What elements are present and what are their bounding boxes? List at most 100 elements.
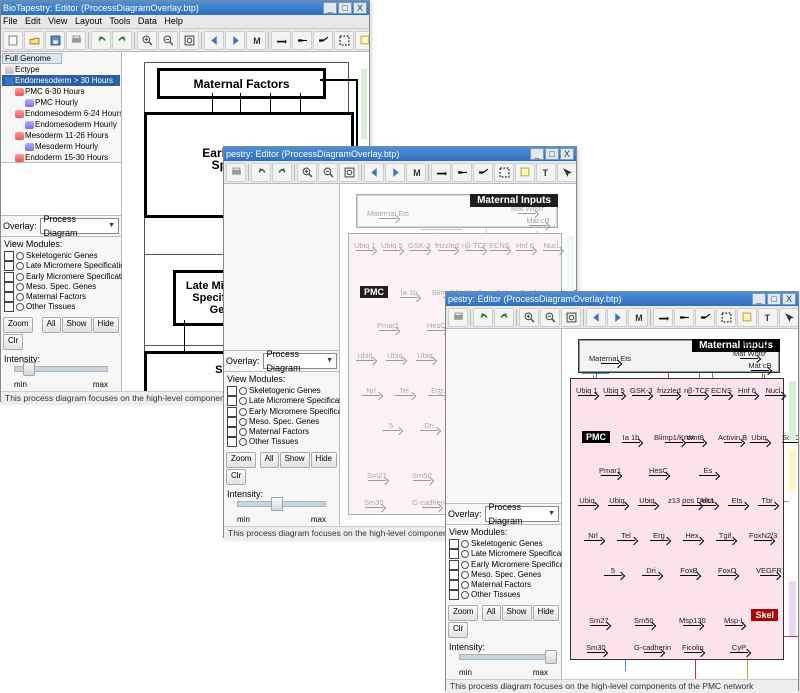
hide-button[interactable]: Hide: [533, 605, 559, 621]
tree-node[interactable]: Endoderm 15-30 Hours: [2, 152, 120, 163]
tree-node[interactable]: Endomesoderm > 30 Hours: [2, 75, 120, 86]
intensity-slider[interactable]: [459, 654, 548, 660]
tree-node[interactable]: Endomesoderm 6-24 Hours: [2, 108, 120, 119]
add-gene-icon[interactable]: [431, 163, 451, 182]
minimize-icon[interactable]: _: [752, 293, 766, 305]
forward-icon[interactable]: [385, 163, 405, 182]
back-icon[interactable]: [586, 308, 606, 327]
zoom-in-icon[interactable]: [137, 31, 157, 50]
overlay-select[interactable]: Process Diagram: [485, 506, 559, 522]
zoom-in-icon[interactable]: [297, 163, 317, 182]
fit-icon[interactable]: [339, 163, 359, 182]
intensity-slider[interactable]: [237, 501, 326, 507]
save-icon[interactable]: [45, 31, 65, 50]
menu-help[interactable]: Help: [164, 16, 183, 26]
menu-edit[interactable]: Edit: [25, 16, 41, 26]
add-region-icon[interactable]: [494, 163, 514, 182]
maximize-icon[interactable]: □: [767, 293, 781, 305]
add-region-icon[interactable]: [716, 308, 736, 327]
zoom-out-icon[interactable]: [158, 31, 178, 50]
module-item[interactable]: Late Micromere Specification Genes: [4, 261, 118, 271]
zoom-in-icon[interactable]: [519, 308, 539, 327]
module-item[interactable]: Skeletogenic Genes: [4, 251, 118, 261]
tree-node[interactable]: PMC 6-30 Hours: [2, 86, 120, 97]
tree-panel[interactable]: Full Genome EctypeEndomesoderm > 30 Hour…: [1, 52, 121, 163]
module-item[interactable]: Other Tissues: [449, 590, 558, 600]
tree-tab[interactable]: Full Genome: [2, 53, 62, 64]
close-icon[interactable]: X: [782, 293, 796, 305]
add-note-icon[interactable]: [737, 308, 757, 327]
menu-file[interactable]: File: [3, 16, 18, 26]
hide-button[interactable]: Hide: [93, 317, 119, 333]
module-item[interactable]: Maternal Factors: [4, 292, 118, 302]
tree-node[interactable]: Ectype: [2, 64, 120, 75]
select-tool-icon[interactable]: [557, 163, 576, 182]
menu-layout[interactable]: Layout: [75, 16, 102, 26]
module-item[interactable]: Meso. Spec. Genes: [227, 417, 336, 427]
module-item[interactable]: Meso. Spec. Genes: [449, 570, 558, 580]
add-text-icon[interactable]: T: [536, 163, 556, 182]
undo-icon[interactable]: [473, 308, 493, 327]
add-gene-icon[interactable]: [271, 31, 291, 50]
module-item[interactable]: Other Tissues: [4, 302, 118, 312]
module-item[interactable]: Early Micromere Specification Genes: [449, 560, 558, 570]
print-icon[interactable]: [66, 31, 86, 50]
zoom-button[interactable]: Zoom: [3, 317, 33, 333]
add-link2-icon[interactable]: [473, 163, 493, 182]
add-note-icon[interactable]: [355, 31, 369, 50]
module-item[interactable]: Skeletogenic Genes: [449, 539, 558, 549]
print-icon[interactable]: [226, 163, 246, 182]
canvas[interactable]: Maternal InputsMaternal EtsMat OtxMat Wn…: [562, 329, 798, 679]
intensity-slider[interactable]: [14, 366, 108, 372]
fit-icon[interactable]: [561, 308, 581, 327]
menubar[interactable]: File Edit View Layout Tools Data Help: [1, 15, 369, 29]
add-gene-icon[interactable]: [653, 308, 673, 327]
redo-icon[interactable]: [112, 31, 132, 50]
clr-button[interactable]: Clr: [3, 334, 23, 350]
print-icon[interactable]: [448, 308, 468, 327]
add-region-icon[interactable]: [334, 31, 354, 50]
zoom-out-icon[interactable]: [318, 163, 338, 182]
module-item[interactable]: Late Micromere Specification Genes: [449, 549, 558, 559]
forward-icon[interactable]: [225, 31, 245, 50]
open-icon[interactable]: [24, 31, 44, 50]
add-link2-icon[interactable]: [695, 308, 715, 327]
maximize-icon[interactable]: □: [338, 2, 352, 14]
menu-tools[interactable]: Tools: [109, 16, 130, 26]
overlay-select[interactable]: Process Diagram: [40, 218, 119, 234]
minimize-icon[interactable]: _: [323, 2, 337, 14]
zoom-out-icon[interactable]: [540, 308, 560, 327]
module-item[interactable]: Skeletogenic Genes: [227, 386, 336, 396]
clr-button[interactable]: Clr: [448, 622, 468, 638]
add-link-icon[interactable]: [292, 31, 312, 50]
tree-node[interactable]: Endomesoderm Hourly: [2, 119, 120, 130]
minimize-icon[interactable]: _: [530, 148, 544, 160]
menu-view[interactable]: View: [48, 16, 67, 26]
all-button[interactable]: All: [482, 605, 501, 621]
undo-icon[interactable]: [251, 163, 271, 182]
module-item[interactable]: Other Tissues: [227, 437, 336, 447]
close-icon[interactable]: X: [560, 148, 574, 160]
add-text-icon[interactable]: T: [758, 308, 778, 327]
home-icon[interactable]: M: [406, 163, 426, 182]
zoom-button[interactable]: Zoom: [226, 452, 256, 468]
forward-icon[interactable]: [607, 308, 627, 327]
add-link2-icon[interactable]: [313, 31, 333, 50]
overlay-select[interactable]: Process Diagram: [263, 353, 337, 369]
module-item[interactable]: Meso. Spec. Genes: [4, 282, 118, 292]
all-button[interactable]: All: [260, 452, 279, 468]
home-icon[interactable]: M: [246, 31, 266, 50]
home-icon[interactable]: M: [628, 308, 648, 327]
add-link-icon[interactable]: [674, 308, 694, 327]
back-icon[interactable]: [364, 163, 384, 182]
clr-button[interactable]: Clr: [226, 469, 246, 485]
add-note-icon[interactable]: [515, 163, 535, 182]
all-button[interactable]: All: [42, 317, 61, 333]
show-button[interactable]: Show: [280, 452, 310, 468]
select-tool-icon[interactable]: [779, 308, 798, 327]
add-link-icon[interactable]: [452, 163, 472, 182]
menu-data[interactable]: Data: [138, 16, 157, 26]
module-item[interactable]: Early Micromere Specification Genes: [4, 272, 118, 282]
zoom-button[interactable]: Zoom: [448, 605, 478, 621]
module-item[interactable]: Early Micromere Specification Genes: [227, 407, 336, 417]
